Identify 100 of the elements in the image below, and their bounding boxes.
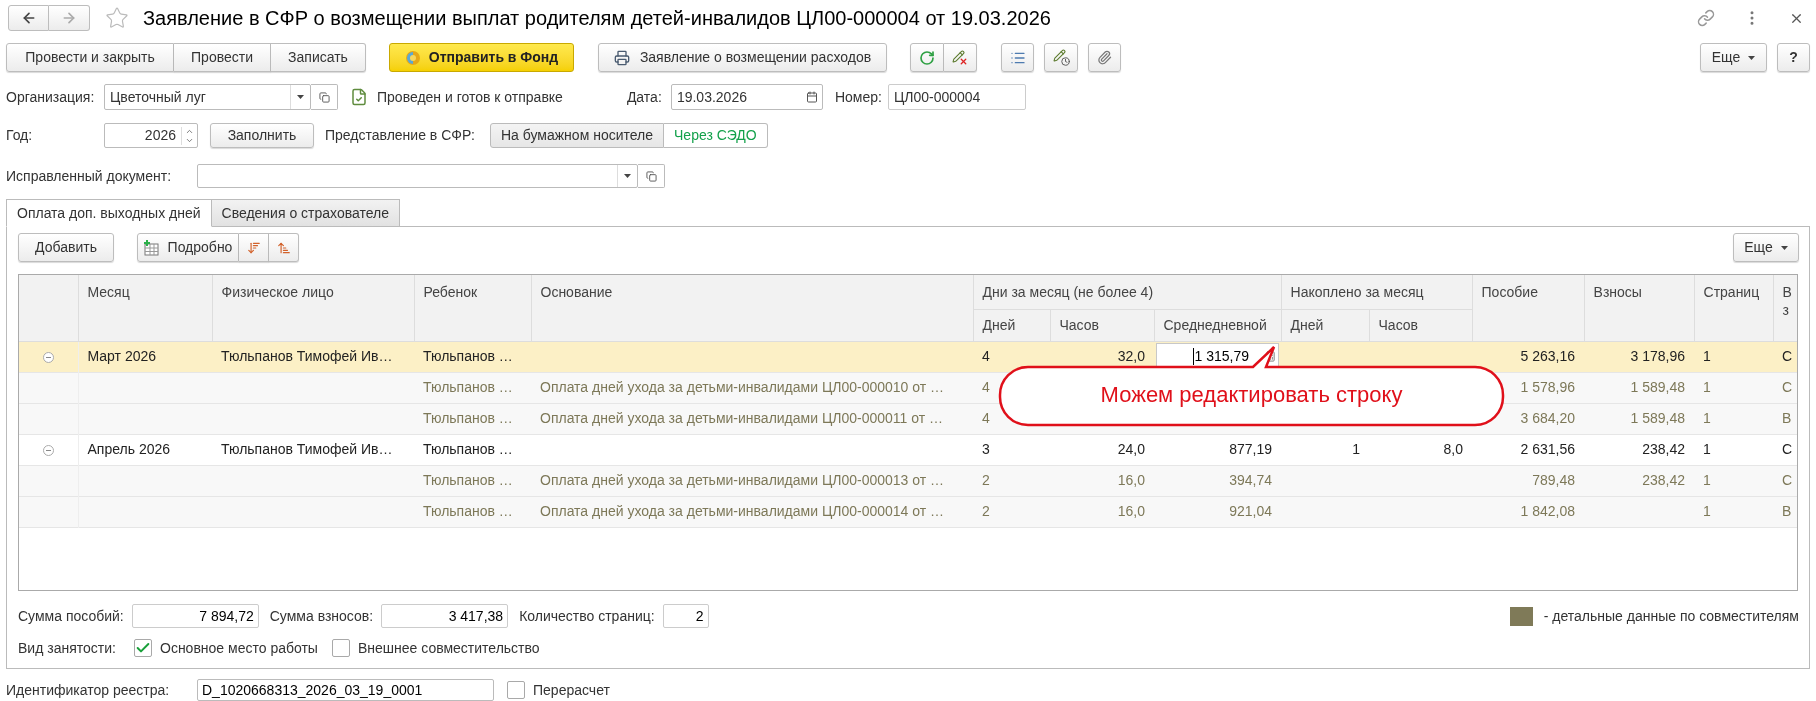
send-button[interactable]: Отправить в Фонд xyxy=(389,43,574,72)
add-button[interactable]: Добавить xyxy=(18,233,114,262)
column-header[interactable]: Часов xyxy=(1369,309,1473,341)
link-icon[interactable] xyxy=(1697,9,1715,27)
table-cell: 1 589,48 xyxy=(1630,410,1686,426)
refresh-button[interactable] xyxy=(910,43,944,72)
table-cell: 2 xyxy=(982,503,990,519)
table-cell: 16,0 xyxy=(1117,472,1145,488)
table-cell: 16,0 xyxy=(1117,503,1145,519)
back-button[interactable] xyxy=(8,5,49,31)
table-cell: 789,48 xyxy=(1532,472,1576,488)
table-row[interactable]: Апрель 2026 Тюльпанов Тимофей Ив… Тюльпанов … 3 24,0 877,19 1 8,0 2 631,56 238,42 1 С xyxy=(19,434,1797,465)
header-cell xyxy=(19,275,78,341)
help-button[interactable]: ? xyxy=(1777,43,1810,72)
column-header[interactable]: Часов xyxy=(1050,309,1154,341)
table-cell: Тюльпанов … xyxy=(423,379,513,395)
coin-icon xyxy=(404,49,421,66)
table-row[interactable]: Тюльпанов … Оплата дней ухода за детьми-инвалидами ЦЛ00-000013 от … 2 16,0 394,74 789,48 238,42 1 С xyxy=(19,465,1797,496)
field-label: Идентификатор реестра: xyxy=(6,680,171,700)
cancel-posting-button[interactable] xyxy=(944,43,977,72)
table-cell: 1 578,96 xyxy=(1520,379,1576,395)
table-cell: В xyxy=(1782,410,1792,426)
dropdown-caret-icon xyxy=(624,174,631,178)
toolbar-button[interactable]: Записать xyxy=(271,43,366,72)
table-row[interactable]: Тюльпанов … Оплата дней ухода за детьми-инвалидами ЦЛ00-000014 от … 2 16,0 921,04 1 842,08 1 В xyxy=(19,496,1797,527)
favorite-star-icon[interactable] xyxy=(105,6,129,30)
column-header[interactable]: Страниц xyxy=(1694,275,1774,341)
field-label: Организация: xyxy=(6,87,96,107)
toolbar-button[interactable]: Провести xyxy=(174,43,271,72)
column-header[interactable]: Накоплено за месяц xyxy=(1281,275,1473,309)
history-button[interactable] xyxy=(1044,43,1078,72)
checkbox-label[interactable]: Внешнее совместительство xyxy=(357,637,540,659)
field-label: Количество страниц: xyxy=(519,606,655,626)
field-label: Дата: xyxy=(626,87,663,107)
table-cell: С xyxy=(1782,441,1793,457)
more-button[interactable]: Еще xyxy=(1700,43,1767,72)
total-field: 2 xyxy=(662,604,709,628)
print-button[interactable]: Заявление о возмещении расходов xyxy=(598,43,887,72)
tab[interactable]: Оплата доп. выходных дней xyxy=(6,199,212,227)
organization-field[interactable]: Цветочный луг xyxy=(104,84,311,110)
column-header[interactable]: Месяц xyxy=(78,275,212,341)
submission-option[interactable]: На бумажном носителе xyxy=(490,123,665,148)
status-text: Проведен и готов к отправке xyxy=(377,87,563,107)
year-field[interactable]: 2026 xyxy=(104,123,198,148)
table-cell: 3 684,20 xyxy=(1520,410,1576,426)
sort-down-button[interactable] xyxy=(239,233,269,262)
table-cell: 238,42 xyxy=(1642,472,1686,488)
field-label: Номер: xyxy=(834,87,883,107)
checkbox-label[interactable]: Перерасчет xyxy=(533,679,610,701)
table-cell: 1 xyxy=(1703,441,1711,457)
more-button[interactable]: Еще xyxy=(1733,233,1799,262)
table-cell: С xyxy=(1782,379,1793,395)
fill-button[interactable]: Заполнить xyxy=(210,123,314,148)
table-cell: 921,04 xyxy=(1229,503,1273,519)
column-header[interactable]: Дней xyxy=(1281,309,1370,341)
tab[interactable]: Сведения о страхователе xyxy=(211,199,400,227)
column-header[interactable]: Пособие xyxy=(1472,275,1585,341)
toolbar-button[interactable]: Провести и закрыть xyxy=(6,43,174,72)
legend-text: - детальные данные по совместителям xyxy=(1543,606,1799,626)
sort-ascending-icon xyxy=(276,240,291,255)
total-field: 3 417,38 xyxy=(381,604,509,628)
checkbox-label[interactable]: Основное место работы xyxy=(160,637,318,659)
attach-button[interactable] xyxy=(1088,43,1121,72)
table-cell: Тюльпанов Тимофей Ив… xyxy=(221,348,393,364)
checkbox[interactable] xyxy=(134,639,152,657)
checkbox[interactable] xyxy=(331,639,350,657)
collapse-icon[interactable] xyxy=(42,351,54,363)
corrected-document-field[interactable] xyxy=(197,164,638,188)
dropdown-caret-icon xyxy=(297,95,304,99)
details-button[interactable]: Подробно xyxy=(137,233,239,262)
sort-up-button[interactable] xyxy=(269,233,299,262)
column-header[interactable]: Среднедневной xyxy=(1154,309,1282,341)
table-cell: 8,0 xyxy=(1443,441,1464,457)
open-button[interactable] xyxy=(311,84,338,110)
checkbox[interactable] xyxy=(507,681,525,699)
registry-id-field[interactable]: D_1020668313_2026_03_19_0001 xyxy=(197,679,494,701)
column-header[interactable]: Дней xyxy=(973,309,1050,341)
field-label: Сумма взносов: xyxy=(269,606,374,626)
open-button[interactable] xyxy=(638,164,665,188)
paperclip-icon xyxy=(1097,50,1112,65)
table-cell: Тюльпанов … xyxy=(423,503,513,519)
column-header[interactable]: В з xyxy=(1773,275,1797,341)
table-cell: В xyxy=(1782,503,1792,519)
table-cell: 1 842,08 xyxy=(1520,503,1576,519)
dropdown-caret-icon xyxy=(1748,55,1756,60)
field-label: Сумма пособий: xyxy=(18,606,124,626)
table-cell: Оплата дней ухода за детьми-инвалидами ЦЛ00-000011 от … xyxy=(540,410,944,426)
column-header[interactable]: Основание xyxy=(531,275,973,341)
column-header[interactable]: Дни за месяц (не более 4) xyxy=(973,275,1282,309)
date-field[interactable]: 19.03.2026 xyxy=(670,84,823,110)
column-header[interactable]: Физическое лицо xyxy=(212,275,414,341)
number-field[interactable]: ЦЛ00-000004 xyxy=(887,84,1026,110)
structure-button[interactable] xyxy=(1001,43,1034,72)
sort-descending-icon xyxy=(246,240,261,255)
collapse-icon[interactable] xyxy=(42,444,54,456)
field-label: Вид занятости: xyxy=(18,638,117,658)
column-header[interactable]: Ребенок xyxy=(414,275,531,341)
column-header[interactable]: Взносы xyxy=(1584,275,1695,341)
table-cell: 5 263,16 xyxy=(1520,348,1576,364)
pencil-clock-icon xyxy=(1052,49,1070,66)
